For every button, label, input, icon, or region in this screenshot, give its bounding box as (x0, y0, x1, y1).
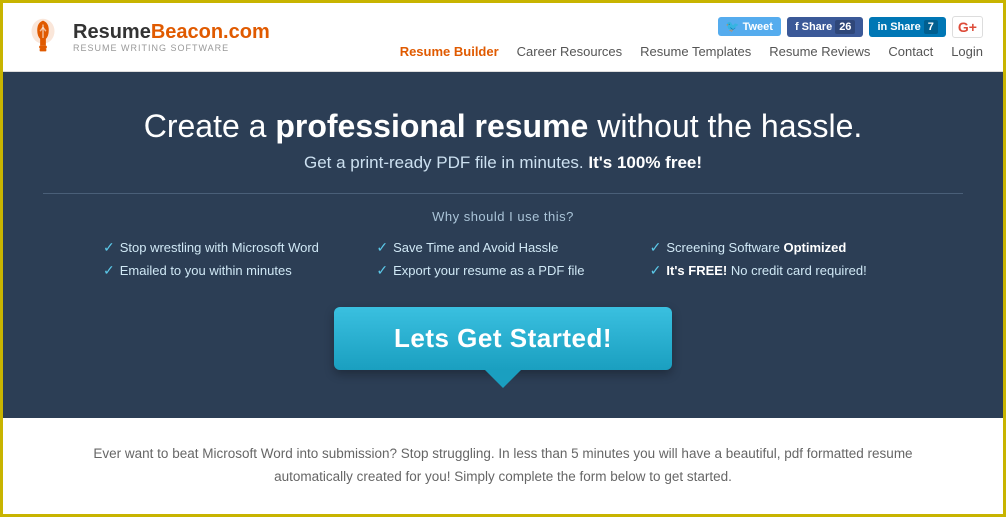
check-icon-4: ✓ (103, 262, 115, 279)
features-grid: ✓ Stop wrestling with Microsoft Word ✓ S… (103, 239, 903, 279)
nav-resume-builder[interactable]: Resume Builder (400, 44, 499, 59)
logo-icon (23, 13, 63, 61)
feature-5: ✓ Export your resume as a PDF file (376, 262, 629, 279)
feature-3-text: Screening Software Optimized (666, 240, 846, 255)
main-nav: Resume Builder Career Resources Resume T… (400, 44, 983, 59)
feature-1-text: Stop wrestling with Microsoft Word (120, 240, 319, 255)
facebook-label: Share (802, 21, 833, 33)
hero-sub-prefix: Get a print-ready PDF file in minutes. (304, 153, 588, 172)
nav-resume-templates[interactable]: Resume Templates (640, 44, 751, 59)
check-icon-1: ✓ (103, 239, 115, 256)
check-icon-6: ✓ (650, 262, 662, 279)
check-icon-5: ✓ (376, 262, 388, 279)
linkedin-share-button[interactable]: in Share 7 (869, 17, 945, 37)
linkedin-icon: in (877, 21, 887, 33)
feature-3: ✓ Screening Software Optimized (650, 239, 903, 256)
logo-tagline: RESUME WRITING SOFTWARE (73, 43, 270, 53)
hero-sub-bold: It's 100% free! (588, 153, 702, 172)
bottom-description: Ever want to beat Microsoft Word into su… (93, 443, 913, 489)
header-right: 🐦 Tweet f Share 26 in Share 7 G+ Resume … (400, 16, 983, 59)
bottom-section: Ever want to beat Microsoft Word into su… (3, 418, 1003, 514)
site-header: ResumeBeacon.com RESUME WRITING SOFTWARE… (3, 3, 1003, 72)
feature-4-text: Emailed to you within minutes (120, 263, 292, 278)
feature-5-text: Export your resume as a PDF file (393, 263, 584, 278)
hero-headline-suffix: without the hassle. (588, 108, 862, 144)
hero-headline: Create a professional resume without the… (43, 107, 963, 145)
nav-career-resources[interactable]: Career Resources (517, 44, 623, 59)
nav-login[interactable]: Login (951, 44, 983, 59)
twitter-label: Tweet (743, 21, 773, 33)
check-icon-2: ✓ (376, 239, 388, 256)
facebook-count: 26 (835, 20, 855, 34)
hero-section: Create a professional resume without the… (3, 72, 1003, 418)
logo-name: ResumeBeacon.com (73, 21, 270, 43)
cta-arrow (485, 370, 521, 388)
cta-button[interactable]: Lets Get Started! (334, 307, 672, 370)
check-icon-3: ✓ (650, 239, 662, 256)
nav-contact[interactable]: Contact (888, 44, 933, 59)
linkedin-label: Share (890, 21, 921, 33)
why-label: Why should I use this? (43, 209, 963, 224)
feature-6-text: It's FREE! No credit card required! (666, 263, 866, 278)
twitter-icon: 🐦 (726, 20, 740, 33)
hero-divider (43, 193, 963, 194)
feature-1: ✓ Stop wrestling with Microsoft Word (103, 239, 356, 256)
feature-2: ✓ Save Time and Avoid Hassle (376, 239, 629, 256)
facebook-share-button[interactable]: f Share 26 (787, 17, 864, 37)
google-share-button[interactable]: G+ (952, 16, 983, 38)
feature-2-text: Save Time and Avoid Hassle (393, 240, 558, 255)
hero-headline-bold: professional resume (275, 108, 588, 144)
hero-headline-prefix: Create a (144, 108, 276, 144)
twitter-share-button[interactable]: 🐦 Tweet (718, 17, 781, 36)
feature-6: ✓ It's FREE! No credit card required! (650, 262, 903, 279)
linkedin-count: 7 (924, 20, 938, 34)
google-icon: G+ (958, 19, 977, 35)
cta-wrapper: Lets Get Started! (334, 307, 672, 388)
logo: ResumeBeacon.com RESUME WRITING SOFTWARE (23, 13, 270, 61)
feature-4: ✓ Emailed to you within minutes (103, 262, 356, 279)
nav-resume-reviews[interactable]: Resume Reviews (769, 44, 870, 59)
hero-subheadline: Get a print-ready PDF file in minutes. I… (43, 153, 963, 173)
facebook-icon: f (795, 21, 799, 33)
logo-text: ResumeBeacon.com RESUME WRITING SOFTWARE (73, 21, 270, 53)
social-buttons: 🐦 Tweet f Share 26 in Share 7 G+ (718, 16, 983, 38)
